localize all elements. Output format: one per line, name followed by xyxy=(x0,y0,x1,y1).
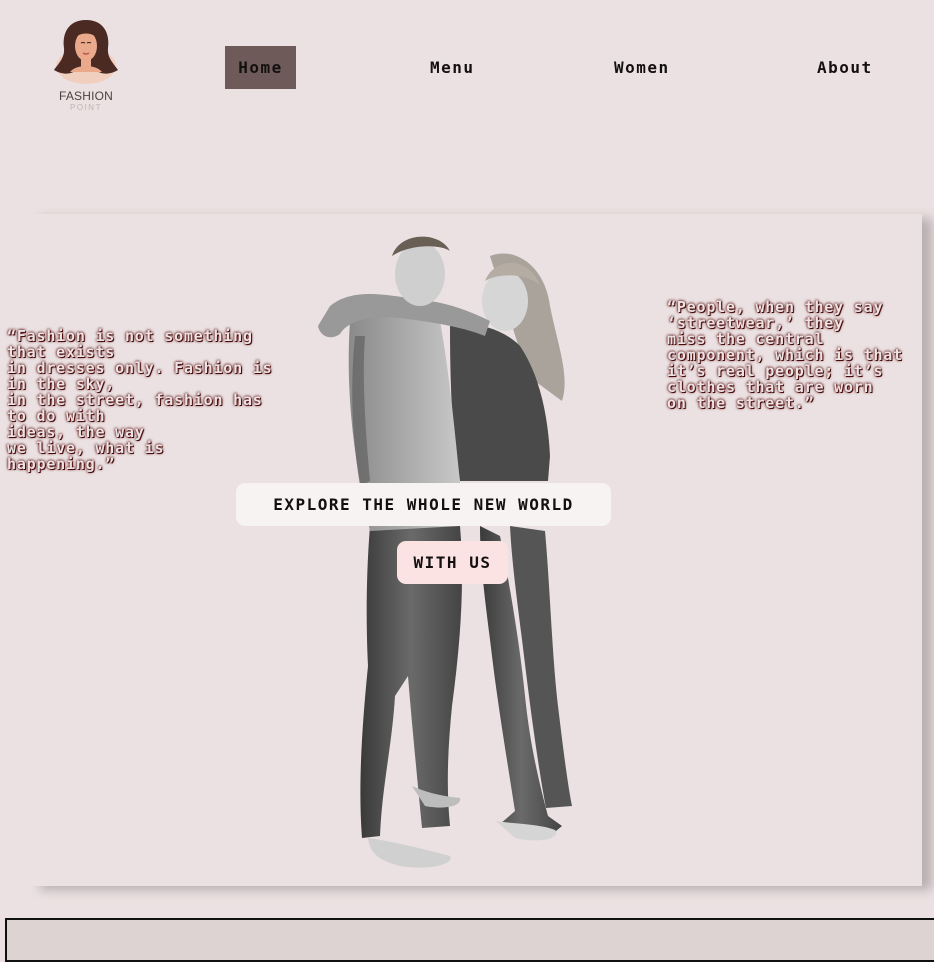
with-us-button[interactable]: WITH US xyxy=(397,541,508,584)
nav-about[interactable]: About xyxy=(817,46,873,89)
nav-home[interactable]: Home xyxy=(225,46,296,89)
nav-women[interactable]: Women xyxy=(614,46,670,89)
brand-subtitle: POINT xyxy=(70,103,102,112)
quote-left: “Fashion is not something that exists in… xyxy=(7,327,273,473)
nav-menu[interactable]: Menu xyxy=(430,46,475,89)
explore-button[interactable]: EXPLORE THE WHOLE NEW WORLD xyxy=(236,483,611,526)
brand-logo[interactable]: FASHION POINT xyxy=(50,16,122,116)
footer-panel xyxy=(5,918,934,962)
quote-right: “People, when they say ‘streetwear,’ the… xyxy=(667,298,903,412)
brand-name: FASHION xyxy=(58,89,114,103)
woman-portrait-icon xyxy=(54,20,118,84)
